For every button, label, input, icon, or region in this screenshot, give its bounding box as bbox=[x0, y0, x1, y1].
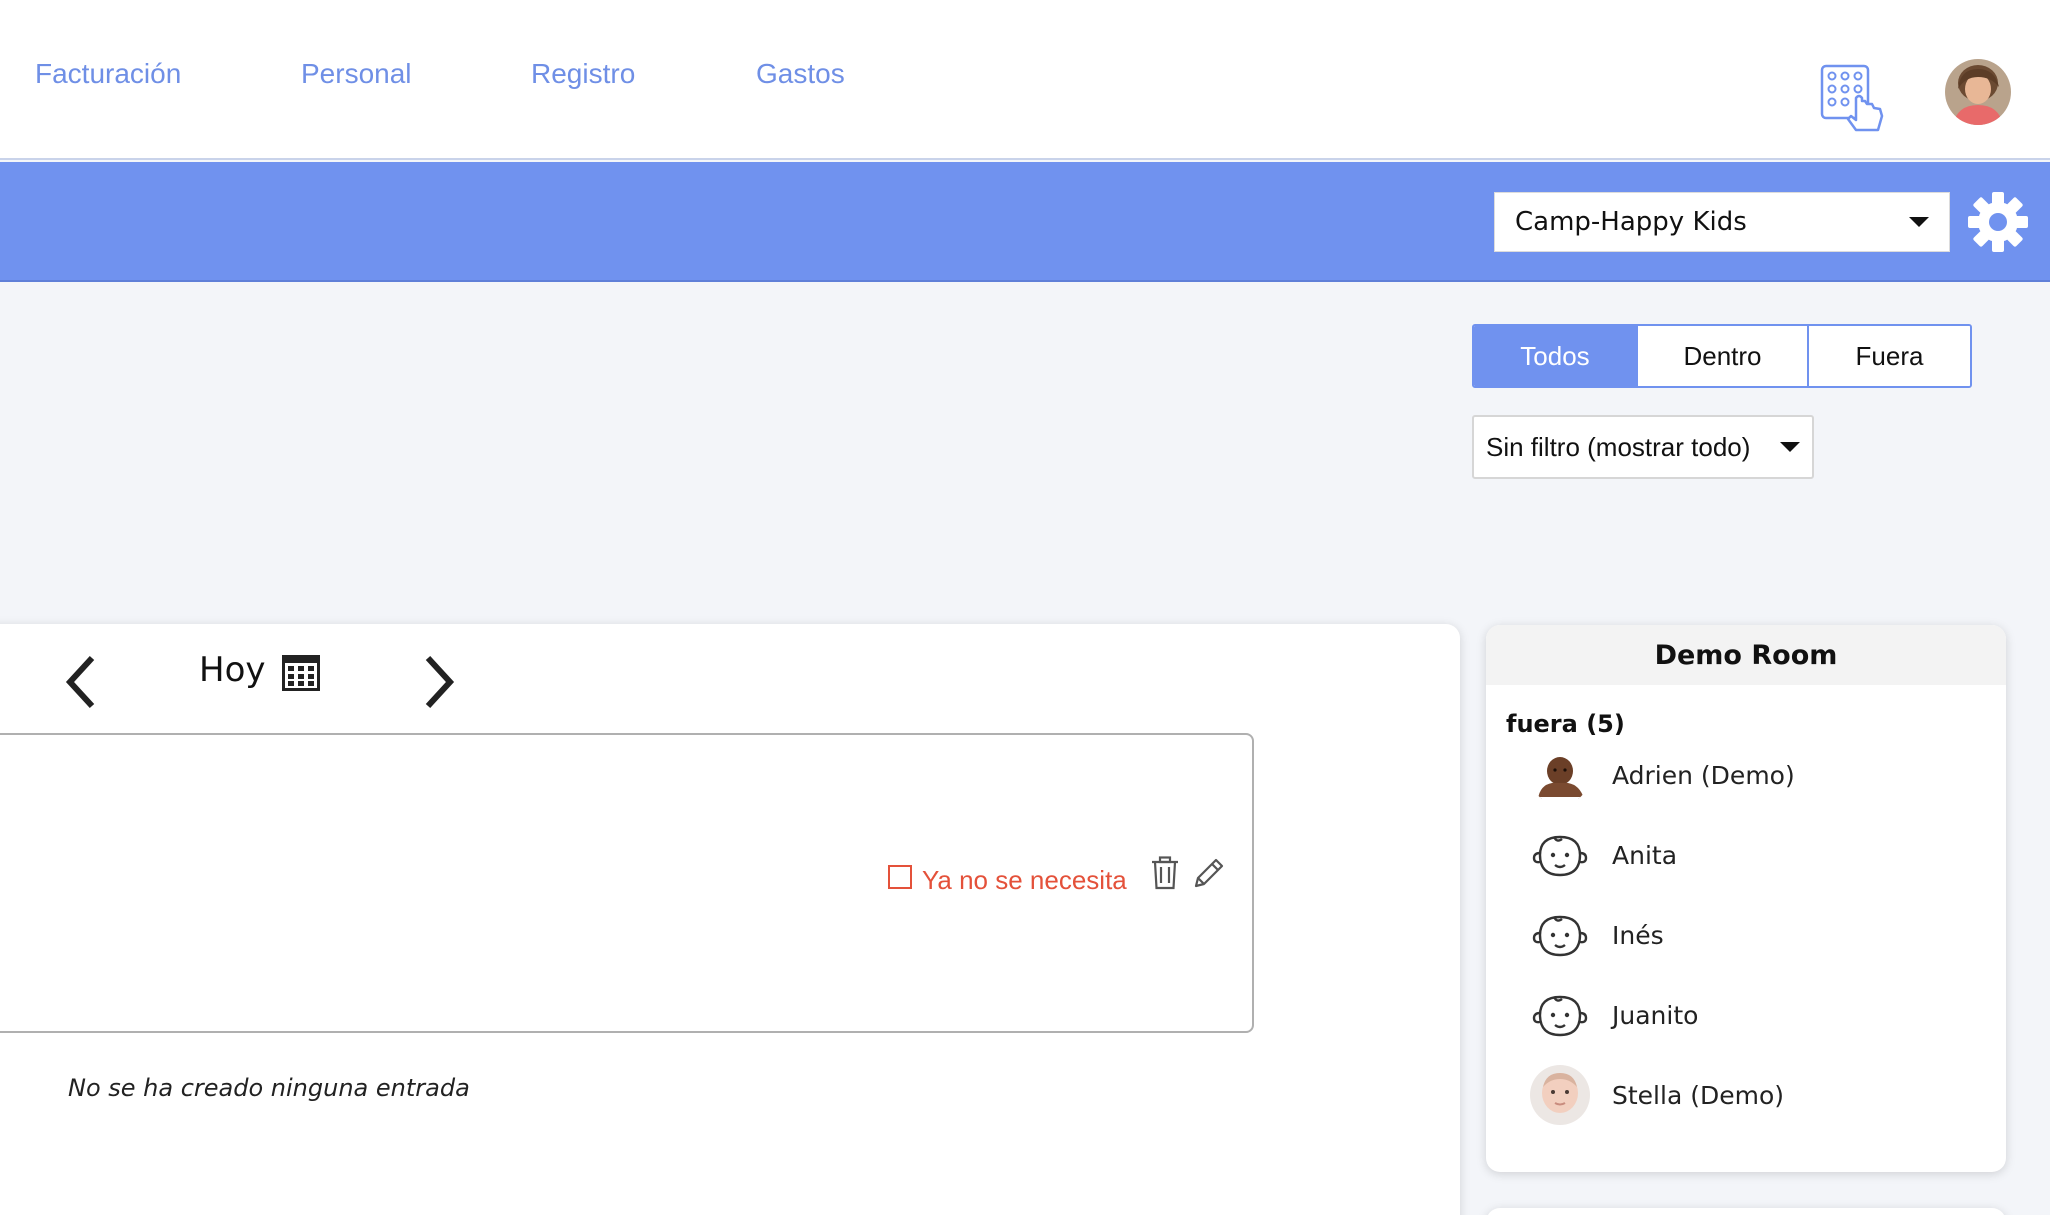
child-name: Stella (Demo) bbox=[1612, 1080, 1784, 1110]
top-navigation: Facturación Personal Registro Gastos bbox=[0, 0, 2050, 160]
child-list-item[interactable]: Inés bbox=[1530, 903, 1990, 967]
trash-icon[interactable] bbox=[1150, 856, 1180, 890]
filter-dropdown-value: Sin filtro (mostrar todo) bbox=[1486, 431, 1751, 462]
child-photo bbox=[1530, 745, 1590, 805]
baby-face-icon bbox=[1532, 835, 1588, 877]
child-photo bbox=[1530, 1065, 1590, 1125]
nav-gastos[interactable]: Gastos bbox=[756, 58, 845, 90]
child-name: Anita bbox=[1612, 840, 1678, 870]
filter-dropdown[interactable]: Sin filtro (mostrar todo) bbox=[1472, 415, 1814, 479]
school-select[interactable]: Camp-Happy Kids bbox=[1494, 192, 1950, 252]
user-avatar[interactable] bbox=[1945, 59, 2011, 125]
empty-entries-message: No se ha creado ninguna entrada bbox=[68, 1074, 470, 1102]
child-name: Juanito bbox=[1612, 1000, 1699, 1030]
chevron-left-icon[interactable] bbox=[62, 652, 102, 712]
child-list-item[interactable]: Stella (Demo) bbox=[1530, 1063, 1990, 1127]
room-title: Demo Room bbox=[1486, 625, 2006, 685]
tab-dentro[interactable]: Dentro bbox=[1636, 326, 1807, 386]
pencil-icon[interactable] bbox=[1192, 856, 1226, 890]
child-name: Adrien (Demo) bbox=[1612, 760, 1795, 790]
chevron-right-icon[interactable] bbox=[418, 652, 458, 712]
date-label: Hoy bbox=[199, 650, 266, 690]
status-segmented-control: Todos Dentro Fuera bbox=[1472, 324, 1972, 388]
nav-facturacion[interactable]: Facturación bbox=[35, 58, 181, 90]
child-name: Inés bbox=[1612, 920, 1664, 950]
child-list-item[interactable]: Anita bbox=[1530, 823, 1990, 887]
gear-icon[interactable] bbox=[1966, 190, 2030, 254]
keypad-touch-icon[interactable] bbox=[1820, 64, 1888, 136]
chevron-down-icon bbox=[1780, 442, 1800, 452]
baby-face-icon bbox=[1532, 915, 1588, 957]
child-list-item[interactable]: Juanito bbox=[1530, 983, 1990, 1047]
tab-fuera[interactable]: Fuera bbox=[1807, 326, 1970, 386]
school-select-value: Camp-Happy Kids bbox=[1515, 207, 1747, 237]
chevron-down-icon bbox=[1909, 217, 1929, 227]
group-label: fuera (5) bbox=[1506, 710, 1625, 738]
no-longer-needed-checkbox[interactable] bbox=[888, 865, 912, 889]
nav-registro[interactable]: Registro bbox=[531, 58, 635, 90]
calendar-icon[interactable] bbox=[281, 654, 321, 692]
tab-todos[interactable]: Todos bbox=[1474, 326, 1636, 386]
no-longer-needed-label[interactable]: Ya no se necesita bbox=[922, 865, 1127, 896]
baby-face-icon bbox=[1532, 995, 1588, 1037]
child-list-item[interactable]: Adrien (Demo) bbox=[1530, 743, 1990, 807]
nav-personal[interactable]: Personal bbox=[301, 58, 412, 90]
room-panel-next bbox=[1486, 1208, 2006, 1215]
